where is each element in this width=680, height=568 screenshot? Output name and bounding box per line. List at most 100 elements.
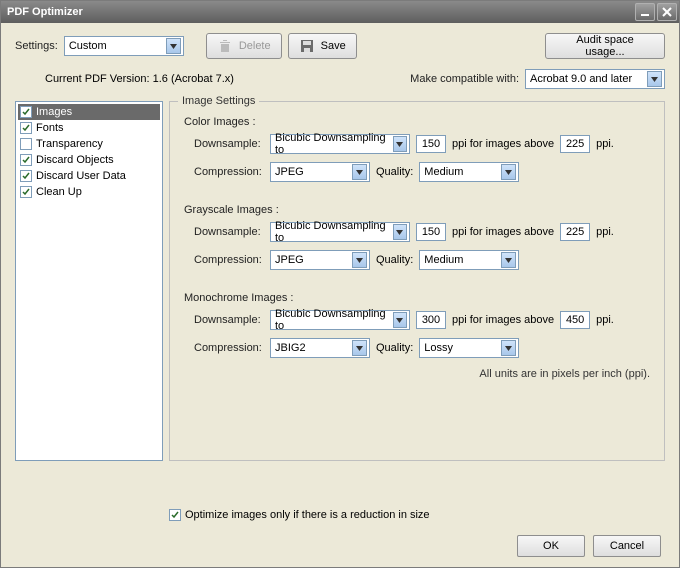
audit-label: Audit space usage... xyxy=(556,34,654,58)
monochrome-images-title: Monochrome Images : xyxy=(184,292,650,304)
chevron-down-icon xyxy=(647,71,662,87)
gray-ppi-above-input[interactable] xyxy=(560,223,590,241)
gray-downsample-select[interactable]: Bicubic Downsampling to xyxy=(270,222,410,242)
ppi-unit: ppi. xyxy=(596,226,614,238)
ppi-unit: ppi. xyxy=(596,314,614,326)
main-area: Images Fonts Transparency Discard Objects Di… xyxy=(15,101,665,503)
ok-button[interactable]: OK xyxy=(517,535,585,557)
chevron-down-icon xyxy=(501,252,516,268)
units-footer: All units are in pixels per inch (ppi). xyxy=(184,368,650,380)
mono-ppi-input[interactable] xyxy=(416,311,446,329)
cancel-button[interactable]: Cancel xyxy=(593,535,661,557)
current-pdf-version: Current PDF Version: 1.6 (Acrobat 7.x) xyxy=(45,73,234,85)
chevron-down-icon xyxy=(352,164,367,180)
chevron-down-icon xyxy=(501,340,516,356)
sidebar-item-discard-objects[interactable]: Discard Objects xyxy=(18,152,160,168)
sidebar-item-label: Clean Up xyxy=(36,186,82,198)
gray-quality-select[interactable]: Medium xyxy=(419,250,519,270)
settings-value: Custom xyxy=(69,40,107,52)
audit-space-usage-button[interactable]: Audit space usage... xyxy=(545,33,665,59)
floppy-disk-icon xyxy=(299,38,315,54)
sidebar-item-label: Discard User Data xyxy=(36,170,126,182)
titlebar: PDF Optimizer xyxy=(1,1,679,23)
sidebar-item-label: Images xyxy=(36,106,72,118)
close-button[interactable] xyxy=(657,3,677,21)
color-quality-select[interactable]: Medium xyxy=(419,162,519,182)
save-label: Save xyxy=(321,40,346,52)
downsample-label: Downsample: xyxy=(194,314,264,326)
quality-label: Quality: xyxy=(376,342,413,354)
color-images-title: Color Images : xyxy=(184,116,650,128)
category-sidebar: Images Fonts Transparency Discard Objects Di… xyxy=(15,101,163,461)
chevron-down-icon xyxy=(393,136,407,152)
make-compatible-select[interactable]: Acrobat 9.0 and later xyxy=(525,69,665,89)
sidebar-checkbox[interactable] xyxy=(20,154,32,166)
sidebar-item-label: Fonts xyxy=(36,122,64,134)
delete-label: Delete xyxy=(239,40,271,52)
chevron-down-icon xyxy=(166,38,181,54)
compression-label: Compression: xyxy=(194,342,264,354)
toolbar-row: Settings: Custom Delete Save Audit space… xyxy=(15,33,665,59)
delete-button[interactable]: Delete xyxy=(206,33,282,59)
sidebar-item-images[interactable]: Images xyxy=(18,104,160,120)
downsample-label: Downsample: xyxy=(194,138,264,150)
minimize-icon xyxy=(640,7,650,17)
color-ppi-input[interactable] xyxy=(416,135,446,153)
dialog-content: Settings: Custom Delete Save Audit space… xyxy=(1,23,679,567)
quality-label: Quality: xyxy=(376,254,413,266)
image-settings-legend: Image Settings xyxy=(178,95,259,107)
sidebar-checkbox[interactable] xyxy=(20,106,32,118)
color-images-section: Color Images : Downsample: Bicubic Downs… xyxy=(184,116,650,182)
make-compatible-label: Make compatible with: xyxy=(410,73,519,85)
save-button[interactable]: Save xyxy=(288,33,357,59)
grayscale-images-section: Grayscale Images : Downsample: Bicubic D… xyxy=(184,204,650,270)
version-row: Current PDF Version: 1.6 (Acrobat 7.x) M… xyxy=(15,69,665,89)
image-settings-group: Image Settings Color Images : Downsample… xyxy=(169,101,665,461)
dialog-footer: OK Cancel xyxy=(15,535,665,557)
downsample-label: Downsample: xyxy=(194,226,264,238)
gray-compression-select[interactable]: JPEG xyxy=(270,250,370,270)
chevron-down-icon xyxy=(352,340,367,356)
sidebar-checkbox[interactable] xyxy=(20,122,32,134)
window-title: PDF Optimizer xyxy=(7,6,83,18)
sidebar-item-discard-user-data[interactable]: Discard User Data xyxy=(18,168,160,184)
color-compression-select[interactable]: JPEG xyxy=(270,162,370,182)
chevron-down-icon xyxy=(393,224,407,240)
ppi-above-label: ppi for images above xyxy=(452,138,554,150)
mono-ppi-above-input[interactable] xyxy=(560,311,590,329)
optimize-row: Optimize images only if there is a reduc… xyxy=(169,509,665,521)
sidebar-checkbox[interactable] xyxy=(20,170,32,182)
chevron-down-icon xyxy=(393,312,407,328)
color-downsample-select[interactable]: Bicubic Downsampling to xyxy=(270,134,410,154)
minimize-button[interactable] xyxy=(635,3,655,21)
mono-quality-select[interactable]: Lossy xyxy=(419,338,519,358)
close-icon xyxy=(662,7,672,17)
sidebar-item-fonts[interactable]: Fonts xyxy=(18,120,160,136)
grayscale-images-title: Grayscale Images : xyxy=(184,204,650,216)
sidebar-item-transparency[interactable]: Transparency xyxy=(18,136,160,152)
mono-compression-select[interactable]: JBIG2 xyxy=(270,338,370,358)
sidebar-item-label: Discard Objects xyxy=(36,154,114,166)
monochrome-images-section: Monochrome Images : Downsample: Bicubic … xyxy=(184,292,650,358)
compression-label: Compression: xyxy=(194,166,264,178)
ppi-unit: ppi. xyxy=(596,138,614,150)
settings-label: Settings: xyxy=(15,40,58,52)
sidebar-item-label: Transparency xyxy=(36,138,103,150)
optimize-label: Optimize images only if there is a reduc… xyxy=(185,509,430,521)
ppi-above-label: ppi for images above xyxy=(452,226,554,238)
quality-label: Quality: xyxy=(376,166,413,178)
pdf-optimizer-window: PDF Optimizer Settings: Custom Delete Sa… xyxy=(0,0,680,568)
sidebar-item-clean-up[interactable]: Clean Up xyxy=(18,184,160,200)
gray-ppi-input[interactable] xyxy=(416,223,446,241)
color-ppi-above-input[interactable] xyxy=(560,135,590,153)
chevron-down-icon xyxy=(501,164,516,180)
trash-icon xyxy=(217,38,233,54)
chevron-down-icon xyxy=(352,252,367,268)
sidebar-checkbox[interactable] xyxy=(20,138,32,150)
make-compatible-value: Acrobat 9.0 and later xyxy=(530,73,632,85)
mono-downsample-select[interactable]: Bicubic Downsampling to xyxy=(270,310,410,330)
settings-select[interactable]: Custom xyxy=(64,36,184,56)
optimize-checkbox[interactable] xyxy=(169,509,181,521)
ppi-above-label: ppi for images above xyxy=(452,314,554,326)
sidebar-checkbox[interactable] xyxy=(20,186,32,198)
